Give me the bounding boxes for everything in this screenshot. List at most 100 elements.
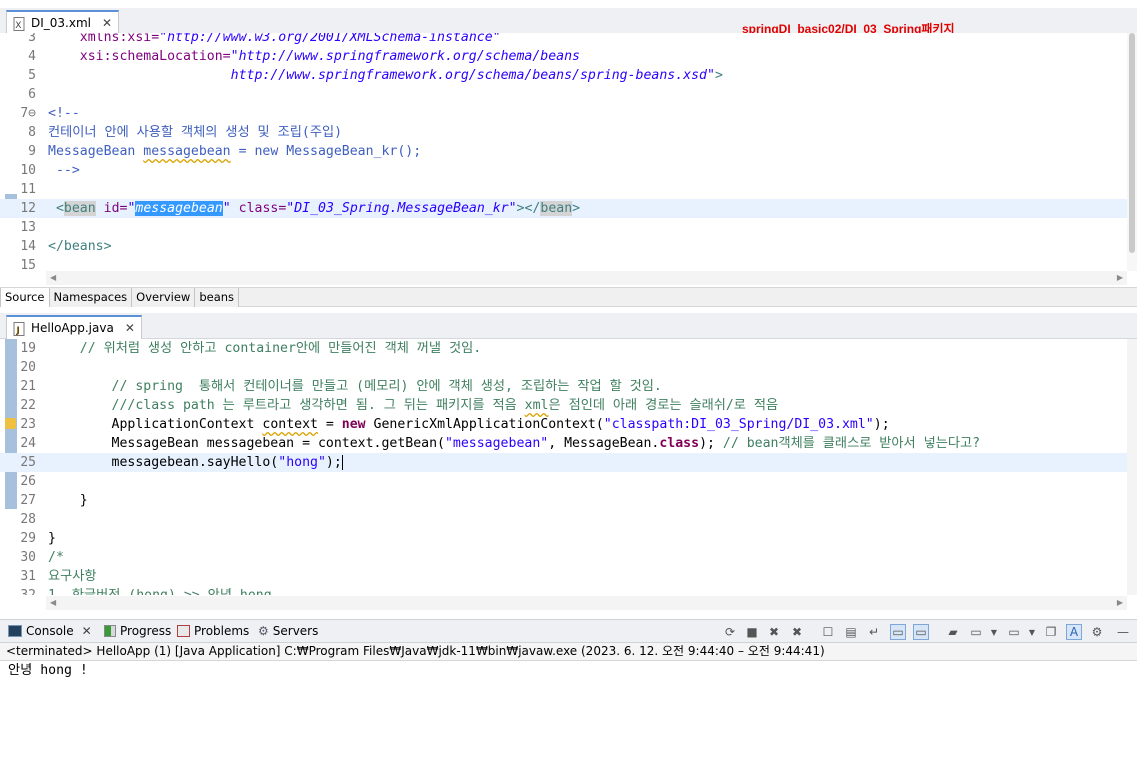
java-horizontal-scrollbar[interactable]: ◀ ▶	[46, 596, 1127, 610]
line-number: 10	[20, 163, 36, 178]
tab-label: HelloApp.java	[31, 321, 114, 335]
scroll-lock-icon[interactable]: ▤	[843, 624, 859, 640]
close-icon[interactable]: ✕	[82, 624, 92, 638]
code-text: /*	[48, 550, 64, 565]
word-wrap-icon[interactable]: ↵	[866, 624, 882, 640]
code-text: xsi:schemaLocation="http://www.springfra…	[79, 49, 580, 64]
tab-progress[interactable]: Progress	[104, 624, 171, 638]
close-icon[interactable]: ✕	[125, 321, 135, 335]
code-line[interactable]: 22 ///class path 는 루트라고 생각하면 됨. 그 뒤는 패키지…	[0, 396, 1127, 415]
text-caret	[341, 454, 343, 470]
line-number: 14	[20, 239, 36, 254]
scroll-thumb[interactable]	[1129, 33, 1135, 253]
code-line[interactable]: 3 xmlns:xsi="http://www.w3.org/2001/XMLS…	[0, 33, 1127, 47]
code-line[interactable]: 29}	[0, 529, 1127, 548]
subtab-namespaces[interactable]: Namespaces	[49, 288, 133, 307]
line-number: 25	[20, 455, 36, 470]
java-editor[interactable]: 19 // 위처럼 생성 안하고 container안에 만들어진 객체 꺼낼 …	[0, 339, 1127, 595]
code-line[interactable]: 6	[0, 85, 1127, 104]
remove-all-icon[interactable]: ✖	[789, 624, 805, 640]
remove-launch-icon[interactable]: ✖	[766, 624, 782, 640]
minimize-icon[interactable]: —	[1115, 624, 1131, 640]
code-line[interactable]: 23 ApplicationContext context = new Gene…	[0, 415, 1127, 434]
close-icon[interactable]: ✕	[102, 16, 112, 30]
line-number: 5	[28, 68, 36, 83]
tab-console[interactable]: Console ✕	[8, 624, 92, 638]
copy-icon[interactable]: ❐	[1043, 624, 1059, 640]
console-icon	[8, 625, 22, 637]
code-line[interactable]: 26	[0, 472, 1127, 491]
code-line[interactable]: 21 // spring 통해서 컨테이너를 만들고 (메모리) 안에 객체 생…	[0, 377, 1127, 396]
line-number: 15	[20, 258, 36, 271]
xml-horizontal-scrollbar[interactable]: ◀ ▶	[46, 271, 1127, 285]
line-number: 4	[28, 49, 36, 64]
code-line[interactable]: 10 -->	[0, 161, 1127, 180]
stop-icon[interactable]: ■	[744, 624, 760, 640]
line-number: 13	[20, 220, 36, 235]
code-line[interactable]: 28	[0, 510, 1127, 529]
line-number: 27	[20, 493, 36, 508]
code-line[interactable]: 14 </beans>	[0, 237, 1127, 256]
xml-editor[interactable]: 3 xmlns:xsi="http://www.w3.org/2001/XMLS…	[0, 33, 1127, 271]
subtab-source[interactable]: Source	[0, 288, 50, 307]
settings-icon[interactable]: ⚙	[1089, 624, 1105, 640]
code-line[interactable]: 4 xsi:schemaLocation="http://www.springf…	[0, 47, 1127, 66]
code-line[interactable]: 12 <bean id="messagebean" class="DI_03_S…	[0, 199, 1127, 218]
tab-di03-xml[interactable]: X DI_03.xml ✕	[6, 10, 120, 34]
subtab-beans[interactable]: beans	[195, 288, 240, 307]
code-line[interactable]: 32 1. 한글버전 (hong) >> 안녕 hong	[0, 586, 1127, 595]
code-text: // spring 통해서 컨테이너를 만들고 (메모리) 안에 객체 생성, …	[111, 379, 662, 394]
code-line[interactable]: 7⊖ <!--	[0, 104, 1127, 123]
dropdown-icon[interactable]: ▼	[1024, 624, 1040, 640]
console-output[interactable]: 안녕 hong !	[8, 661, 88, 681]
code-text: </beans>	[48, 239, 112, 254]
code-line[interactable]: 25 messagebean.sayHello("hong");	[0, 453, 1127, 472]
scroll-right-icon[interactable]: ▶	[1117, 273, 1123, 282]
tab-label: Progress	[120, 624, 172, 638]
code-line[interactable]: 11	[0, 180, 1127, 199]
line-number: 30	[20, 550, 36, 565]
tab-helloapp-java[interactable]: J HelloApp.java ✕	[6, 315, 142, 339]
tab-problems[interactable]: Problems	[177, 624, 249, 638]
scroll-left-icon[interactable]: ◀	[50, 273, 56, 282]
java-vertical-scrollbar[interactable]	[1127, 339, 1137, 595]
code-text: <bean id="messagebean" class="DI_03_Spri…	[55, 201, 581, 216]
console-status: <terminated> HelloApp (1) [Java Applicat…	[0, 643, 1137, 661]
line-number: 24	[20, 436, 36, 451]
code-line[interactable]: 30 /*	[0, 548, 1127, 567]
tab-label: Problems	[194, 624, 250, 638]
code-text: <!--	[48, 106, 80, 121]
code-line[interactable]: 9 MessageBean messagebean = new MessageBe…	[0, 142, 1127, 161]
problems-icon	[177, 625, 190, 637]
code-line[interactable]: 24 MessageBean messagebean = context.get…	[0, 434, 1127, 453]
tab-label: Servers	[272, 624, 319, 638]
line-number: 29	[20, 531, 36, 546]
display-console-icon[interactable]: ▭	[968, 624, 984, 640]
code-line[interactable]: 27 }	[0, 491, 1127, 510]
scroll-left-icon[interactable]: ◀	[50, 598, 56, 607]
subtab-overview[interactable]: Overview	[132, 288, 196, 307]
code-line[interactable]: 20	[0, 358, 1127, 377]
code-line[interactable]: 13	[0, 218, 1127, 237]
dropdown-icon[interactable]: ▼	[986, 624, 1002, 640]
code-line[interactable]: 19 // 위처럼 생성 안하고 container안에 만들어진 객체 꺼낼 …	[0, 339, 1127, 358]
scroll-right-icon[interactable]: ▶	[1117, 598, 1123, 607]
open-console-icon[interactable]: ▭	[1006, 624, 1022, 640]
show-on-output-icon[interactable]: ▭	[890, 624, 906, 640]
code-line[interactable]: 31 요구사항	[0, 567, 1127, 586]
xml-editor-subtabs: Source Namespaces Overview beans	[0, 287, 1137, 307]
svg-text:J: J	[16, 326, 20, 336]
svg-text:X: X	[15, 21, 21, 31]
line-number: 28	[20, 512, 36, 527]
tab-servers[interactable]: ⚙ Servers	[258, 624, 318, 638]
clear-console-icon[interactable]: ☐	[820, 624, 836, 640]
code-line[interactable]: 15	[0, 256, 1127, 271]
code-line[interactable]: 8 컨테이너 안에 사용할 객체의 생성 및 조립(주입)	[0, 123, 1127, 142]
line-number: 32	[0, 586, 36, 595]
code-line[interactable]: 5 http://www.springframework.org/schema/…	[0, 66, 1127, 85]
ansi-icon[interactable]: A	[1066, 624, 1082, 640]
refresh-icon[interactable]: ⟳	[722, 624, 738, 640]
xml-vertical-scrollbar[interactable]	[1127, 33, 1137, 271]
pin-console-icon[interactable]: ▰	[945, 624, 961, 640]
show-on-error-icon[interactable]: ▭	[913, 624, 929, 640]
